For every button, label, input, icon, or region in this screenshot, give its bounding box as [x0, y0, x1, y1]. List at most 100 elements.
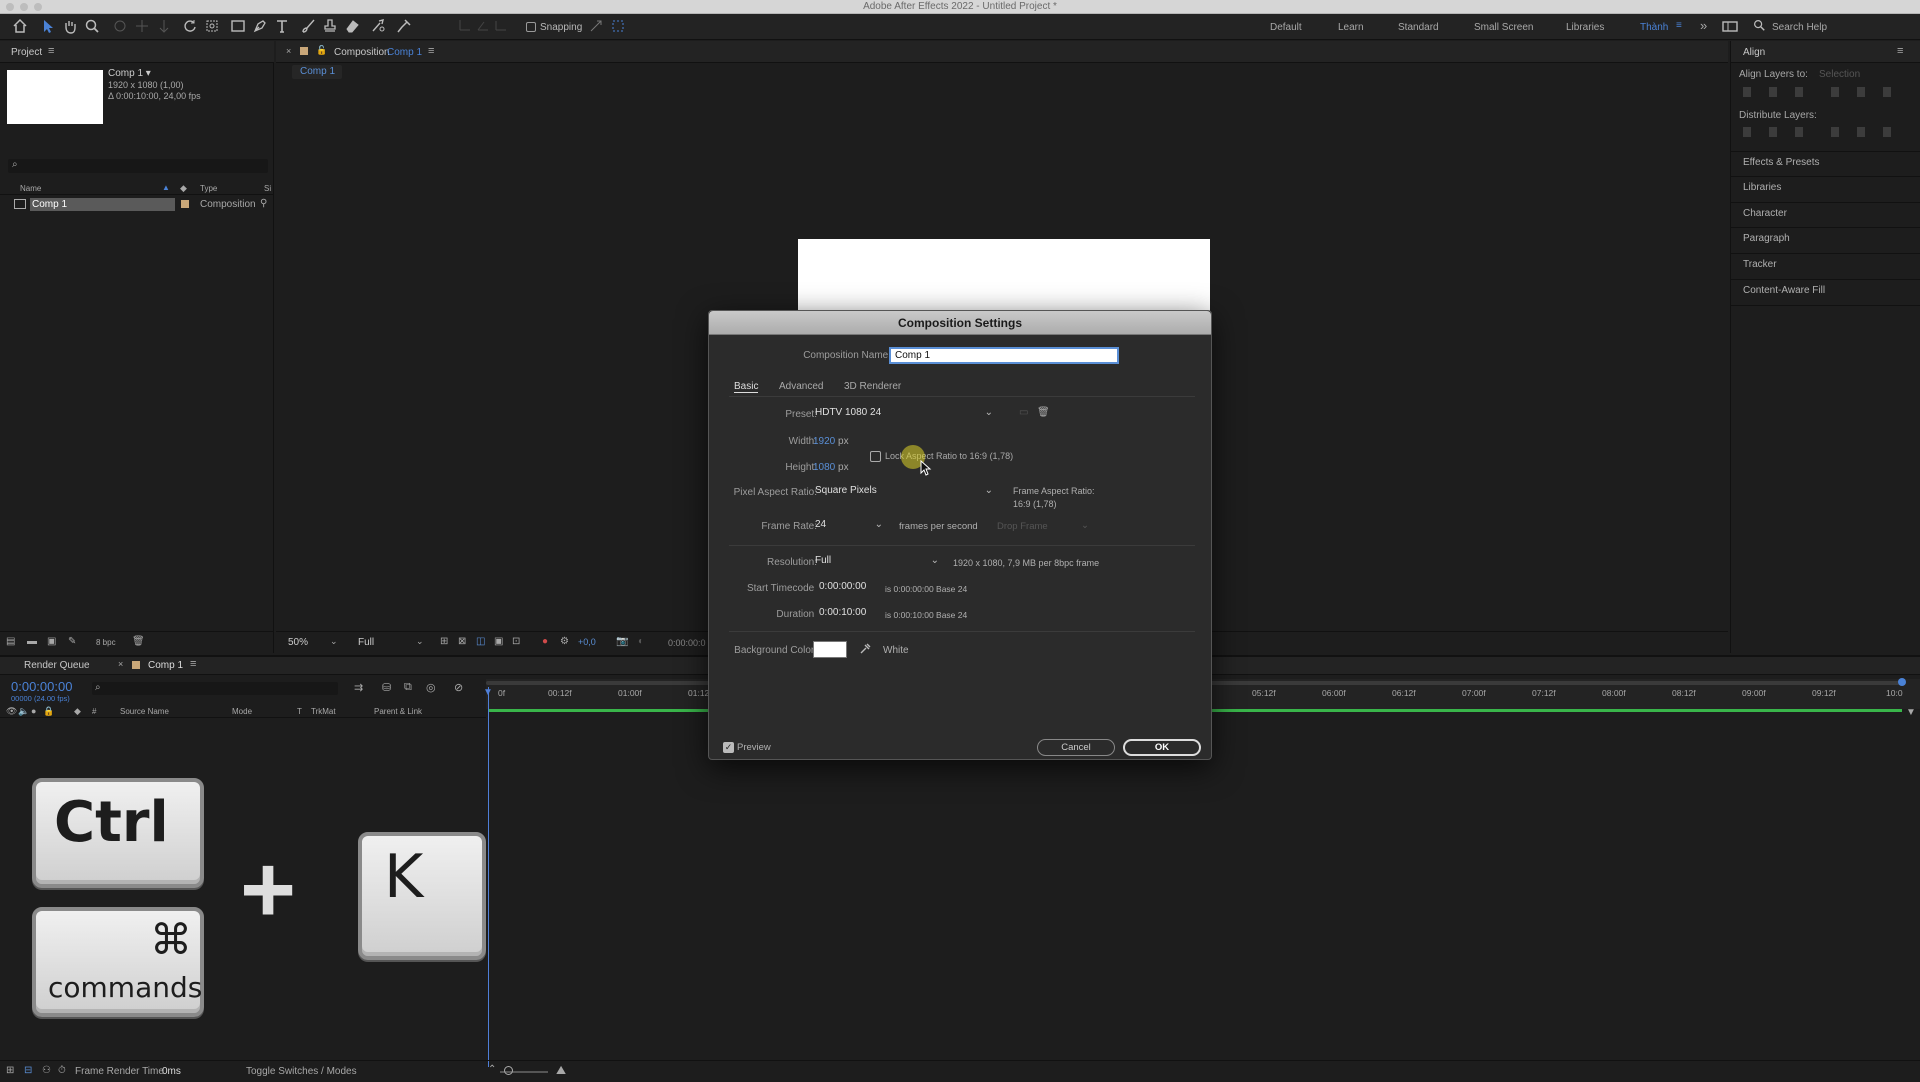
chevron-down-icon[interactable]: ⌄	[416, 636, 424, 647]
composition-tab-name[interactable]: Comp 1	[387, 47, 422, 58]
render-time-icon[interactable]: ⏱	[58, 1065, 66, 1076]
trash-icon[interactable]: 🗑	[132, 636, 145, 647]
libraries-panel[interactable]: Libraries	[1743, 182, 1781, 193]
zoom-in-icon[interactable]: ⛰	[556, 1063, 566, 1078]
comp-name-input[interactable]: Comp 1	[889, 347, 1119, 364]
viewer-timecode[interactable]: 0:00:00:0	[668, 638, 706, 648]
cancel-button[interactable]: Cancel	[1037, 739, 1115, 756]
duration-input[interactable]: 0:00:10:00	[815, 605, 885, 623]
project-search-input[interactable]: ⌕	[8, 159, 268, 173]
panel-menu-icon[interactable]: ≡	[190, 658, 196, 670]
workspace-default[interactable]: Default	[1270, 22, 1302, 33]
parent-link-column[interactable]: Parent & Link	[374, 707, 422, 716]
show-snapshot-icon[interactable]: ◐	[638, 636, 644, 647]
sort-ascending-icon[interactable]: ▲	[162, 183, 170, 192]
panel-menu-icon[interactable]: ≡	[48, 45, 54, 57]
height-value[interactable]: 1080	[813, 462, 835, 473]
navigator-end-handle[interactable]	[1898, 678, 1906, 686]
snap-features-icon[interactable]	[610, 18, 628, 36]
region-of-interest-icon[interactable]: ▣	[494, 636, 503, 647]
eye-icon[interactable]: 👁	[6, 706, 17, 717]
interpret-footage-icon[interactable]: ▤	[6, 636, 15, 647]
distribute-buttons-row[interactable]	[1739, 125, 1915, 139]
timeline-search-input[interactable]: ⌕	[92, 682, 338, 695]
lock-icon[interactable]: 🔒	[43, 706, 54, 717]
search-help-icon[interactable]	[1752, 18, 1770, 36]
exposure-value[interactable]: +0,0	[578, 637, 596, 647]
project-tab[interactable]: Project	[11, 47, 42, 58]
preview-checkbox[interactable]: ✓	[723, 742, 734, 753]
save-preset-icon[interactable]: ▭	[1019, 407, 1028, 418]
bit-depth-button[interactable]: 8 bpc	[96, 638, 116, 647]
delete-preset-icon[interactable]: 🗑	[1037, 407, 1050, 418]
workspace-panel-icon[interactable]	[1722, 18, 1740, 36]
window-controls[interactable]	[6, 3, 42, 11]
content-aware-fill-panel[interactable]: Content-Aware Fill	[1743, 285, 1825, 296]
project-row[interactable]: Comp 1 Composition ⚲	[0, 198, 274, 212]
panel-menu-icon[interactable]: ≡	[428, 45, 434, 57]
adjust-project-icon[interactable]: ✎	[68, 636, 76, 647]
flowchart-icon[interactable]: ⚲	[260, 198, 267, 209]
preview-label[interactable]: Preview	[737, 742, 771, 753]
align-tab[interactable]: Align	[1743, 47, 1765, 58]
snapping-checkbox[interactable]	[526, 22, 536, 32]
audio-icon[interactable]: 🔈	[18, 706, 29, 717]
anchor-point-icon[interactable]	[204, 18, 222, 36]
chevron-down-icon[interactable]: ⌄	[330, 636, 338, 647]
column-size[interactable]: Si	[264, 184, 271, 193]
search-help-input[interactable]: Search Help	[1772, 22, 1827, 33]
workspace-libraries[interactable]: Libraries	[1566, 22, 1604, 33]
paragraph-panel[interactable]: Paragraph	[1743, 233, 1790, 244]
shy-layers-icon[interactable]: ⧉	[404, 681, 412, 694]
tab-3d-renderer[interactable]: 3D Renderer	[844, 381, 901, 392]
workspace-menu-icon[interactable]: ≡	[1676, 20, 1682, 31]
motion-blur-icon[interactable]: ◎	[426, 681, 436, 694]
transparency-grid-icon[interactable]: ⊠	[458, 636, 466, 647]
rotation-tool-icon[interactable]	[182, 18, 200, 36]
label-color-swatch[interactable]	[181, 200, 189, 208]
width-field[interactable]: 1920 px	[813, 436, 849, 447]
eraser-tool-icon[interactable]	[344, 18, 362, 36]
zoom-out-icon[interactable]: ⌃	[488, 1064, 496, 1075]
layer-switches-icon[interactable]: ⊞	[6, 1065, 14, 1076]
orbit-camera-icon[interactable]	[112, 18, 130, 36]
tab-basic[interactable]: Basic	[734, 381, 759, 393]
axis-tools-icon[interactable]	[458, 18, 506, 36]
source-name-column[interactable]: Source Name	[120, 707, 169, 716]
trkmat-column[interactable]: TrkMat	[311, 707, 336, 716]
timeline-comp-tab[interactable]: Comp 1	[148, 660, 183, 671]
height-field[interactable]: 1080 px	[813, 462, 849, 473]
grid-guides-icon[interactable]: ⊡	[512, 636, 520, 647]
comp-marker-bin-icon[interactable]: ▼	[1906, 707, 1916, 718]
close-tab-icon[interactable]: ×	[118, 659, 123, 669]
breadcrumb-comp[interactable]: Comp 1	[300, 66, 335, 77]
puppet-pin-icon[interactable]	[396, 18, 414, 36]
pen-tool-icon[interactable]	[252, 18, 270, 36]
render-queue-tab[interactable]: Render Queue	[24, 660, 90, 671]
lock-icon[interactable]: 🔓	[316, 45, 327, 56]
snapshot-icon[interactable]: 📷	[616, 636, 628, 647]
label-tag-icon[interactable]: ◆	[180, 183, 187, 194]
comp-info-name[interactable]: Comp 1 ▾	[108, 68, 151, 79]
brush-tool-icon[interactable]	[300, 18, 318, 36]
type-tool-icon[interactable]	[274, 18, 292, 36]
magnification-select[interactable]: 50%	[288, 637, 308, 648]
column-type[interactable]: Type	[200, 184, 217, 193]
drop-frame-select[interactable]: Drop Frame	[997, 521, 1048, 532]
t-column[interactable]: T	[297, 707, 302, 716]
effects-presets-panel[interactable]: Effects & Presets	[1743, 157, 1820, 168]
timeline-timecode[interactable]: 0:00:00:00	[11, 679, 72, 694]
hand-tool-icon[interactable]	[62, 18, 80, 36]
project-item-name[interactable]: Comp 1	[30, 198, 175, 211]
more-workspaces-icon[interactable]: »	[1700, 18, 1707, 33]
pan-camera-icon[interactable]	[134, 18, 152, 36]
new-comp-icon[interactable]: ▣	[47, 636, 56, 647]
character-panel[interactable]: Character	[1743, 208, 1787, 219]
workspace-thanh[interactable]: Thành	[1640, 22, 1668, 33]
tab-advanced[interactable]: Advanced	[779, 381, 823, 392]
width-value[interactable]: 1920	[813, 436, 835, 447]
transfer-controls-icon[interactable]: ⊟	[24, 1065, 32, 1076]
column-name[interactable]: Name	[20, 184, 41, 193]
zoom-tool-icon[interactable]	[84, 18, 102, 36]
preset-select[interactable]: HDTV 1080 24 ⌄	[815, 404, 995, 422]
